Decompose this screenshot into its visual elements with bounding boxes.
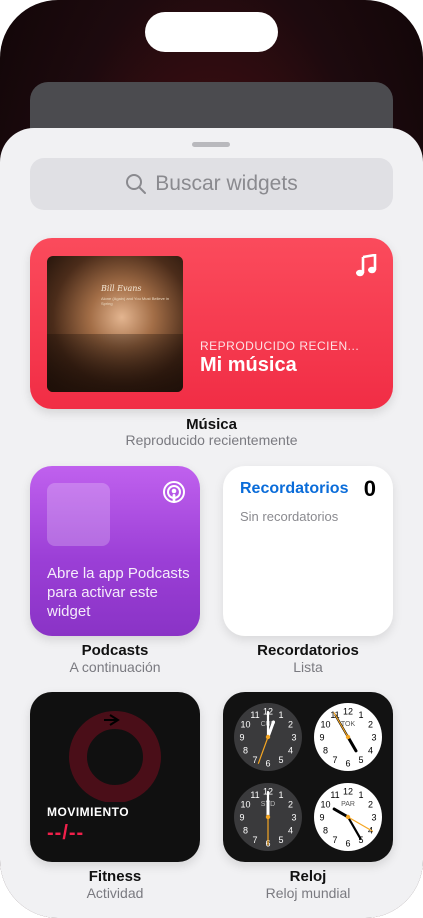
fitness-caption-subtitle: Actividad bbox=[86, 885, 144, 901]
clock-numeral: 10 bbox=[240, 720, 250, 730]
clock-numeral: 3 bbox=[371, 813, 376, 823]
podcasts-caption-title: Podcasts bbox=[81, 642, 149, 659]
dynamic-island bbox=[145, 12, 278, 52]
clock-numeral: 3 bbox=[371, 733, 376, 743]
clock-city-code: PAR bbox=[341, 801, 355, 808]
clock-numeral: 3 bbox=[291, 733, 296, 743]
clock-numeral: 4 bbox=[368, 746, 373, 756]
move-value: --/-- bbox=[47, 822, 85, 844]
clock-numeral: 8 bbox=[243, 746, 248, 756]
world-clock-face: 123456789101112TOK bbox=[314, 703, 382, 771]
clock-numeral: 2 bbox=[288, 720, 293, 730]
album-artwork-title: Bill Evans bbox=[101, 284, 142, 293]
music-note-icon bbox=[356, 254, 377, 277]
clock-numeral: 6 bbox=[345, 839, 350, 849]
reminders-empty-text: Sin recordatorios bbox=[240, 509, 339, 524]
music-title: Mi música bbox=[200, 354, 297, 376]
clock-numeral: 12 bbox=[343, 787, 353, 797]
clock-numeral: 2 bbox=[368, 720, 373, 730]
podcasts-icon bbox=[163, 481, 185, 503]
clock-numeral: 5 bbox=[358, 755, 363, 765]
clock-numeral: 6 bbox=[265, 759, 270, 769]
search-widgets-field[interactable]: Buscar widgets bbox=[30, 158, 393, 210]
clock-numeral: 10 bbox=[320, 720, 330, 730]
clock-numeral: 4 bbox=[288, 826, 293, 836]
podcast-artwork-placeholder bbox=[47, 483, 110, 546]
music-widget[interactable]: Bill Evans Alone (Again) and You Must Be… bbox=[30, 238, 393, 409]
clock-numeral: 7 bbox=[252, 755, 257, 765]
album-artwork-subtitle: Alone (Again) and You Must Believe in Sp… bbox=[101, 296, 170, 306]
search-icon bbox=[126, 174, 147, 194]
album-artwork: Bill Evans Alone (Again) and You Must Be… bbox=[47, 256, 183, 392]
podcasts-widget[interactable]: Abre la app Podcasts para activar este w… bbox=[30, 466, 200, 636]
phone-screen: Buscar widgets Bill Evans Alone (Again) … bbox=[0, 0, 423, 918]
world-clock-face: 123456789101112SYD bbox=[234, 783, 302, 851]
clock-numeral: 1 bbox=[358, 790, 363, 800]
clock-numeral: 6 bbox=[345, 759, 350, 769]
search-placeholder: Buscar widgets bbox=[155, 172, 298, 195]
clock-numeral: 7 bbox=[332, 835, 337, 845]
clock-numeral: 9 bbox=[319, 733, 324, 743]
fitness-caption-title: Fitness bbox=[88, 868, 142, 885]
reminders-widget[interactable]: Recordatorios 0 Sin recordatorios bbox=[223, 466, 393, 636]
fitness-widget[interactable]: MOVIMIENTO --/-- bbox=[30, 692, 200, 862]
reminders-title: Recordatorios bbox=[240, 480, 349, 497]
reminders-count: 0 bbox=[363, 476, 376, 501]
world-clock-widget[interactable]: 123456789101112CUP 123456789101112TOK 12… bbox=[223, 692, 393, 862]
clock-numeral: 9 bbox=[319, 813, 324, 823]
clock-numeral: 8 bbox=[323, 746, 328, 756]
music-caption-title: Música bbox=[186, 416, 237, 433]
podcasts-message: Abre la app Podcasts para activar este w… bbox=[47, 565, 190, 620]
clock-numeral: 2 bbox=[288, 800, 293, 810]
reminders-caption-title: Recordatorios bbox=[257, 642, 359, 659]
clock-numeral: 7 bbox=[252, 835, 257, 845]
world-clock-face: 123456789101112PAR bbox=[314, 783, 382, 851]
clock-numeral: 11 bbox=[250, 710, 259, 720]
clock-numeral: 11 bbox=[250, 790, 259, 800]
clock-numeral: 9 bbox=[239, 813, 244, 823]
clock-caption-subtitle: Reloj mundial bbox=[265, 885, 351, 901]
clock-numeral: 5 bbox=[278, 755, 283, 765]
world-clock-face: 123456789101112CUP bbox=[234, 703, 302, 771]
music-subtitle: REPRODUCIDO RECIEN... bbox=[200, 339, 360, 353]
clock-numeral: 11 bbox=[330, 790, 339, 800]
clock-numeral: 1 bbox=[358, 710, 363, 720]
clock-numeral: 8 bbox=[243, 826, 248, 836]
move-ring bbox=[69, 711, 161, 802]
clock-numeral: 3 bbox=[291, 813, 296, 823]
clock-numeral: 1 bbox=[278, 790, 283, 800]
podcasts-caption-subtitle: A continuación bbox=[69, 659, 161, 675]
clock-numeral: 9 bbox=[239, 733, 244, 743]
reminders-caption-subtitle: Lista bbox=[293, 659, 323, 675]
clock-numeral: 7 bbox=[332, 755, 337, 765]
clock-numeral: 1 bbox=[278, 710, 283, 720]
move-label: MOVIMIENTO bbox=[47, 805, 130, 819]
clock-numeral: 10 bbox=[240, 800, 250, 810]
clock-numeral: 4 bbox=[288, 746, 293, 756]
music-caption-subtitle: Reproducido recientemente bbox=[125, 432, 298, 448]
clock-numeral: 5 bbox=[278, 835, 283, 845]
clock-numeral: 2 bbox=[368, 800, 373, 810]
clock-caption-title: Reloj bbox=[289, 868, 327, 885]
clock-numeral: 12 bbox=[343, 707, 353, 717]
clock-numeral: 8 bbox=[323, 826, 328, 836]
clock-numeral: 10 bbox=[320, 800, 330, 810]
sheet-grabber[interactable] bbox=[192, 142, 230, 147]
